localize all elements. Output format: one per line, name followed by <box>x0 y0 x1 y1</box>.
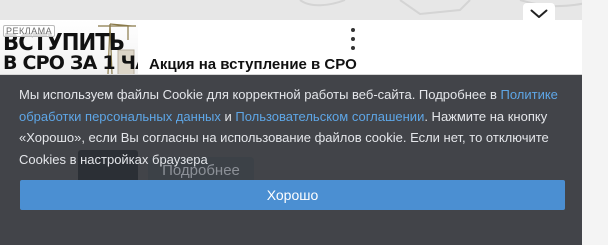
accept-cookies-button[interactable]: Хорошо <box>20 180 565 210</box>
more-vertical-icon[interactable] <box>346 28 360 50</box>
ad-title[interactable]: Акция на вступление в СРО <box>149 56 357 73</box>
ad-image-subheadline: В СРО ЗА 1 ЧАС <box>3 52 138 74</box>
cookie-message: Мы используем файлы Cookie для корректно… <box>19 84 577 170</box>
ad-image: РЕКЛАМА ВСТУПИТЬ В СРО ЗА 1 ЧАС <box>0 20 138 74</box>
user-agreement-link[interactable]: Пользовательском соглашении <box>235 109 424 124</box>
page-edge <box>582 0 608 245</box>
chevron-down-icon <box>530 9 548 18</box>
ad-badge: РЕКЛАМА <box>3 25 56 37</box>
cookie-text-2: и <box>220 108 236 124</box>
cookie-text-1: Мы используем файлы Cookie для корректно… <box>19 87 501 102</box>
ad-banner[interactable]: РЕКЛАМА ВСТУПИТЬ В СРО ЗА 1 ЧАС Акция на… <box>0 20 582 75</box>
